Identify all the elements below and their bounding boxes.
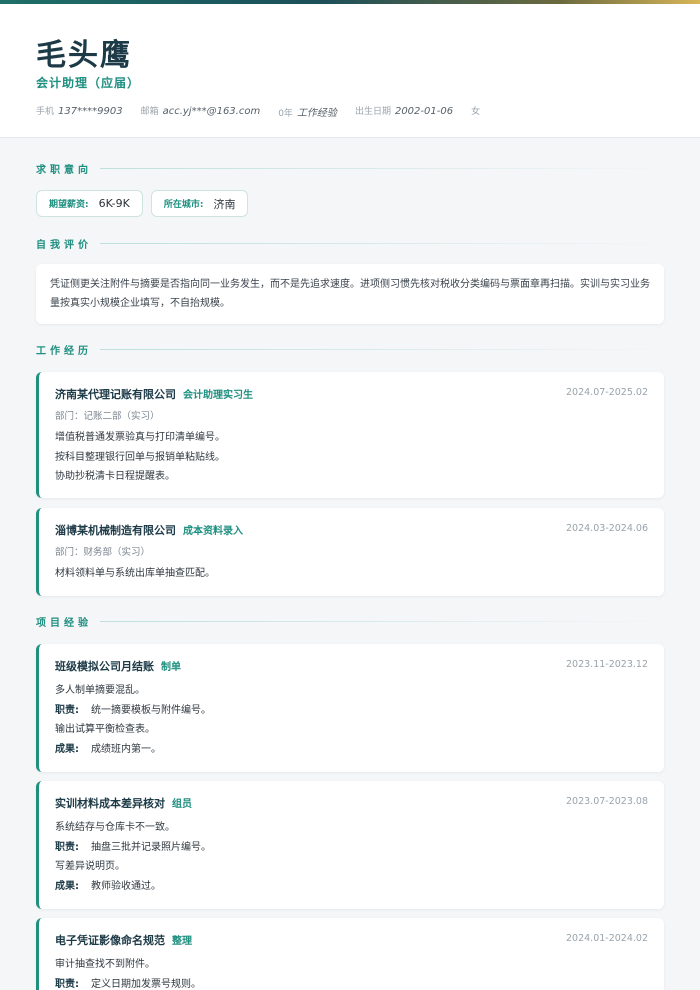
project-item: 电子凭证影像命名规范 整理 2024.01-2024.02 审计抽查找不到附件。 …	[36, 918, 664, 990]
work-date: 2024.03-2024.06	[566, 523, 648, 534]
project-item: 实训材料成本差异核对 组员 2023.07-2023.08 系统结存与仓库卡不一致…	[36, 781, 664, 909]
work-date: 2024.07-2025.02	[566, 387, 648, 398]
work-item: 济南某代理记账有限公司 会计助理实习生 2024.07-2025.02 部门：记账…	[36, 372, 664, 498]
candidate-role: 会计助理（应届）	[36, 76, 141, 90]
project-item: 班级模拟公司月结账 制单 2023.11-2023.12 多人制单摘要混乱。 职责…	[36, 644, 664, 772]
project-date: 2023.11-2023.12	[566, 659, 648, 670]
project-name: 班级模拟公司月结账	[55, 660, 154, 673]
company-name: 淄博某机械制造有限公司	[55, 524, 176, 537]
section-title-work: 工作经历	[36, 342, 664, 357]
project-name: 电子凭证影像命名规范	[55, 934, 165, 947]
meta-birthdate: 出生日期 2002-01-06	[354, 106, 454, 117]
job-position: 成本资料录入	[183, 526, 243, 537]
evaluation-text: 凭证侧更关注附件与摘要是否指向同一业务发生，而不是先追求速度。进项侧习惯先核对税…	[50, 279, 650, 309]
evaluation-card: 凭证侧更关注附件与摘要是否指向同一业务发生，而不是先追求速度。进项侧习惯先核对税…	[36, 264, 664, 324]
meta-phone: 手机 137****9903	[36, 106, 123, 117]
contact-meta: 手机 137****9903 邮箱 acc.yj***@163.com 0年 工作经验…	[36, 104, 484, 119]
project-date: 2024.01-2024.02	[566, 933, 648, 944]
work-item: 淄博某机械制造有限公司 成本资料录入 2024.03-2024.06 部门：财务部…	[36, 508, 664, 596]
meta-experience: 0年 工作经验	[278, 108, 337, 119]
job-position: 会计助理实习生	[183, 390, 253, 401]
candidate-name: 毛头鹰	[36, 38, 132, 73]
project-name: 实训材料成本差异核对	[55, 797, 165, 810]
salary-chip: 期望薪资: 6K-9K	[36, 190, 143, 217]
resume-header: 毛头鹰 会计助理（应届） 手机 137****9903 邮箱 acc.yj***@1…	[0, 4, 700, 138]
project-lines: 系统结存与仓库卡不一致。 职责: 抽盘三批并记录照片编号。 写差异说明页。 成果:…	[55, 822, 211, 892]
project-lines: 审计抽查找不到附件。 职责: 定义日期加发票号规则。	[55, 959, 201, 990]
project-role: 组员	[172, 799, 192, 810]
project-date: 2023.07-2023.08	[566, 796, 648, 807]
company-name: 济南某代理记账有限公司	[55, 388, 176, 401]
section-title-projects: 项目经验	[36, 614, 664, 629]
work-dept: 部门：财务部（实习）	[55, 547, 151, 558]
project-role: 制单	[161, 662, 181, 673]
section-title-intent: 求职意向	[36, 161, 664, 176]
work-dept: 部门：记账二部（实习）	[55, 411, 160, 422]
meta-email: 邮箱 acc.yj***@163.com	[140, 106, 261, 117]
work-lines: 增值税普通发票验真与打印清单编号。 按科目整理银行回单与报销单粘贴线。 协助抄税…	[55, 432, 225, 482]
work-lines: 材料领料单与系统出库单抽查匹配。	[55, 568, 215, 579]
intent-chips: 期望薪资: 6K-9K 所在城市: 济南	[36, 190, 249, 217]
city-chip: 所在城市: 济南	[150, 190, 249, 217]
section-title-evaluation: 自我评价	[36, 236, 664, 251]
project-role: 整理	[172, 936, 192, 947]
meta-gender: 女	[471, 107, 481, 117]
project-lines: 多人制单摘要混乱。 职责: 统一摘要模板与附件编号。 输出试算平衡检查表。 成果:…	[55, 685, 211, 755]
